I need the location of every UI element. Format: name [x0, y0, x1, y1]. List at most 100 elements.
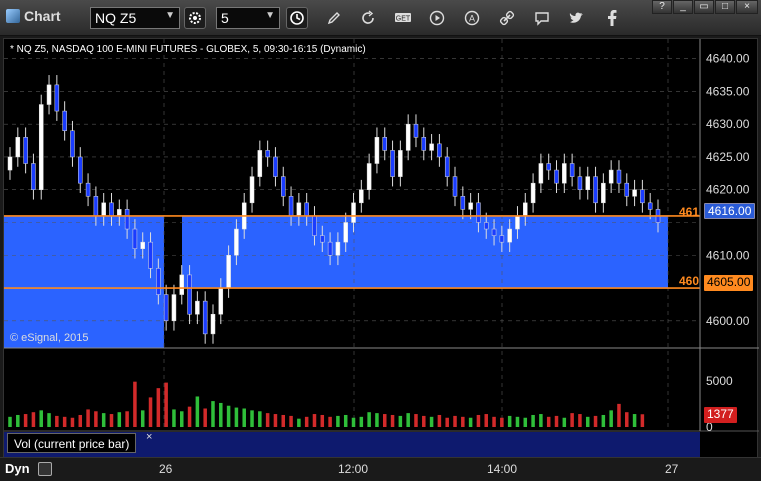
candle-body	[390, 150, 395, 177]
volume-bar	[601, 414, 606, 427]
candle-body	[343, 222, 348, 243]
volume-bar	[367, 412, 371, 427]
volume-bar	[55, 415, 59, 427]
candle-body	[452, 176, 458, 197]
candle-body	[523, 202, 528, 217]
candle-body	[421, 137, 427, 151]
candle-body	[569, 163, 575, 177]
candle-body	[507, 228, 512, 243]
get-icon: GET	[395, 13, 411, 23]
get-data-button[interactable]: GET	[393, 8, 413, 28]
refresh-button[interactable]	[358, 8, 378, 28]
twitter-button[interactable]	[567, 8, 587, 28]
volume-bar	[242, 408, 246, 427]
candle-body	[366, 163, 372, 190]
volume-bar	[507, 415, 512, 427]
candle-body	[23, 137, 28, 164]
candle-body	[374, 137, 380, 164]
symbol-dropdown-icon[interactable]: ▼	[165, 10, 175, 21]
facebook-button[interactable]	[602, 8, 622, 28]
maximize-button[interactable]: □	[715, 0, 735, 14]
volume-bar	[492, 416, 496, 427]
help-button[interactable]: ?	[652, 0, 672, 14]
interval-clock-button[interactable]	[286, 7, 308, 29]
chat-button[interactable]	[532, 8, 552, 28]
clock-icon	[290, 11, 304, 25]
volume-bar	[125, 411, 129, 427]
current-volume-tag: 1377	[704, 407, 737, 423]
volume-bar	[117, 412, 122, 427]
symbol-settings-button[interactable]	[184, 7, 206, 29]
alert-button[interactable]: A	[462, 8, 482, 28]
chart-app-icon	[6, 9, 20, 23]
candle-body	[101, 202, 106, 217]
volume-bar	[195, 396, 200, 427]
volume-bar	[546, 416, 551, 427]
dynamic-mode-label[interactable]: Dyn	[5, 461, 30, 476]
draw-pencil-button[interactable]	[324, 8, 344, 28]
volume-bar	[570, 413, 574, 427]
candle-body	[515, 215, 520, 230]
candle-body	[109, 202, 114, 217]
close-indicator-icon[interactable]: ×	[146, 431, 152, 443]
candle-body	[491, 228, 497, 236]
volume-bar	[172, 409, 176, 427]
volume-bar	[625, 412, 629, 427]
volume-bar	[617, 403, 621, 427]
price-tick-label: 4640.00	[706, 52, 750, 66]
volume-bar	[351, 417, 356, 427]
lock-icon[interactable]	[38, 462, 52, 476]
facebook-icon	[608, 10, 617, 26]
candle-body	[218, 287, 224, 315]
candle-body	[444, 156, 450, 177]
candle-body	[413, 123, 419, 138]
interval-dropdown-icon[interactable]: ▼	[265, 10, 275, 21]
time-axis-bar: Dyn 26 12:00 14:00 27	[0, 457, 761, 481]
candle-body	[476, 202, 481, 223]
volume-bar	[461, 416, 465, 427]
candle-body	[46, 84, 52, 105]
play-icon	[429, 10, 445, 26]
candle-body	[179, 274, 185, 295]
indicator-label[interactable]: Vol (current price bar)	[7, 433, 137, 453]
candle-body	[460, 196, 466, 210]
candle-body	[171, 294, 177, 322]
volume-bar	[211, 401, 215, 427]
price-tick-label: 4630.00	[706, 117, 750, 131]
chart-header: * NQ Z5, NASDAQ 100 E-MINI FUTURES - GLO…	[10, 44, 366, 55]
volume-bar	[640, 414, 645, 427]
close-window-button[interactable]: ×	[736, 0, 758, 14]
volume-bar	[632, 414, 637, 427]
candle-body	[546, 163, 551, 171]
link-button[interactable]	[497, 8, 517, 28]
interval-input[interactable]: 5 ▼	[216, 7, 280, 29]
candle-body	[156, 268, 161, 295]
volume-bar	[156, 388, 161, 427]
chart-area[interactable]: 4640.00 4635.00 4630.00 4625.00 4620.00 4610.…	[3, 38, 759, 459]
candle-body	[499, 235, 505, 243]
volume-bar	[445, 417, 449, 427]
volume-bar	[265, 413, 270, 427]
price-volume-chart[interactable]: 4640.00 4635.00 4630.00 4625.00 4620.00 4610.…	[4, 39, 759, 459]
volume-bar	[414, 414, 418, 427]
volume-bar	[390, 414, 395, 427]
volume-bar	[140, 410, 145, 427]
volume-bar	[16, 414, 20, 427]
restore-button[interactable]: ▭	[694, 0, 714, 14]
twitter-icon	[569, 12, 583, 23]
volume-bar	[336, 415, 340, 427]
candle-body	[296, 202, 302, 217]
x-tick-label: 14:00	[487, 462, 518, 476]
refresh-icon	[362, 10, 374, 24]
svg-text:A: A	[469, 14, 475, 24]
price-tick-label: 4625.00	[706, 150, 750, 164]
highlight-zone	[182, 215, 668, 289]
symbol-input[interactable]: NQ Z5 ▼	[90, 7, 180, 29]
candle-body	[210, 313, 216, 335]
volume-bar	[180, 411, 184, 427]
lower-level-tag: 4605.00	[704, 275, 754, 291]
minimize-button[interactable]: _	[673, 0, 693, 14]
volume-bar	[94, 411, 98, 427]
volume-bar	[258, 411, 262, 427]
play-button[interactable]	[427, 8, 447, 28]
